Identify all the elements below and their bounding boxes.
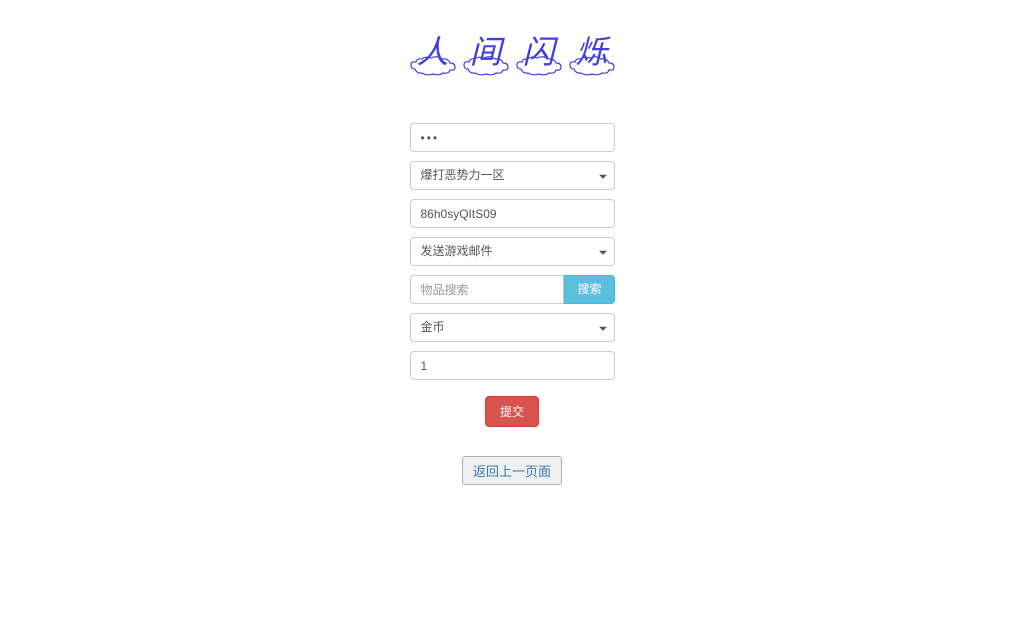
action-select-wrap: 发送游戏邮件 — [410, 237, 615, 266]
search-input[interactable] — [410, 275, 565, 304]
search-button[interactable]: 搜索 — [564, 275, 614, 304]
search-group: 搜索 — [410, 275, 615, 304]
submit-row: 提交 — [410, 396, 615, 427]
action-select[interactable]: 发送游戏邮件 — [410, 237, 615, 266]
logo-glyph: 烁 — [575, 30, 607, 68]
quantity-field[interactable] — [410, 351, 615, 380]
server-select-wrap: 爆打恶势力一区 — [410, 161, 615, 190]
submit-button[interactable]: 提交 — [485, 396, 539, 427]
back-button[interactable]: 返回上一页面 — [462, 456, 562, 485]
item-select-wrap: 金币 — [410, 313, 615, 342]
main-container: 人 间 闪 烁 爆打恶势力一区 — [0, 0, 1024, 485]
back-row: 返回上一页面 — [410, 456, 615, 485]
item-select[interactable]: 金币 — [410, 313, 615, 342]
logo: 人 间 闪 烁 — [410, 30, 614, 85]
logo-glyph: 人 — [416, 30, 448, 68]
password-field[interactable] — [410, 123, 615, 152]
logo-char-2: 间 — [463, 30, 508, 85]
server-select[interactable]: 爆打恶势力一区 — [410, 161, 615, 190]
logo-char-3: 闪 — [516, 30, 561, 85]
form: 爆打恶势力一区 发送游戏邮件 搜索 金币 提交 返回上一页面 — [410, 123, 615, 485]
code-field[interactable] — [410, 199, 615, 228]
logo-glyph: 闪 — [522, 30, 554, 68]
logo-glyph: 间 — [469, 30, 501, 68]
logo-char-4: 烁 — [569, 30, 614, 85]
logo-char-1: 人 — [410, 30, 455, 85]
